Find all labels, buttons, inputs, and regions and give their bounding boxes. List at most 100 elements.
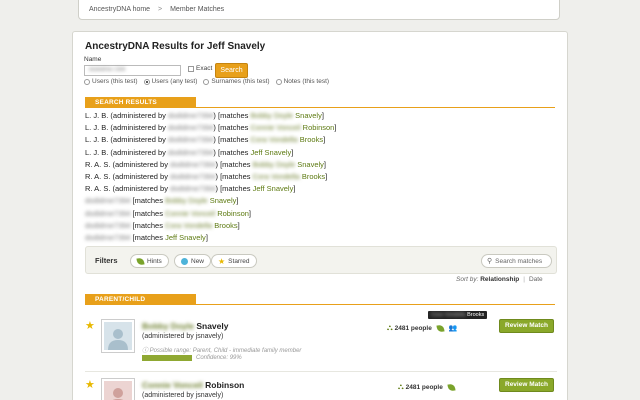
radio-icon[interactable] [203, 78, 210, 85]
filter-starred-button[interactable]: ★ Starred [211, 254, 257, 268]
search-matches-placeholder: Search matches [495, 257, 543, 265]
review-match-button[interactable]: Review Match [499, 319, 554, 333]
breadcrumb-separator: > [158, 6, 163, 13]
search-result-row[interactable]: dodidme7394 [matches Connie Vonceil Robi… [85, 209, 336, 221]
result-suffix: ] [334, 123, 337, 133]
search-result-row[interactable]: L. J. B. (administered by dodidme7394) [… [85, 148, 336, 160]
scope-users-any-test[interactable]: Users (any test) [143, 78, 197, 85]
result-admin: dodidme7394 [85, 208, 131, 218]
search-result-row[interactable]: L. J. B. (administered by dodidme7394) [… [85, 111, 336, 123]
result-match-last[interactable]: Jeff Snavely [253, 184, 294, 193]
filter-hints-label: Hints [147, 257, 162, 265]
result-match-first[interactable]: Bobby Doyle [165, 196, 208, 205]
scope-label: Notes (this test) [283, 78, 330, 85]
result-match-last[interactable]: Brooks [300, 135, 323, 144]
avatar[interactable] [101, 319, 135, 353]
result-match-last[interactable]: Snavely [297, 160, 324, 169]
filters-label: Filters [95, 256, 118, 265]
radio-icon[interactable] [84, 78, 90, 85]
result-match-first[interactable]: Cora Vondella [251, 135, 298, 144]
result-match-first[interactable]: Connie Vonceil [165, 209, 215, 218]
radio-icon[interactable] [143, 78, 150, 85]
result-match-last[interactable]: Robinson [303, 123, 335, 132]
shared-ancestors-icon[interactable]: 👥 [449, 324, 458, 332]
match-first-name[interactable]: Connie Vonceil [142, 380, 203, 390]
result-suffix: ] [237, 220, 240, 230]
result-match-last[interactable]: Brooks [214, 221, 237, 230]
search-result-row[interactable]: dodidme7394 [matches Cora Vondella Brook… [85, 221, 336, 233]
search-scope-group: Users (this test) Users (any test) Surna… [84, 78, 329, 85]
result-match-last[interactable]: Robinson [217, 209, 249, 218]
scope-notes-this-test[interactable]: Notes (this test) [275, 78, 330, 85]
filter-hints-button[interactable]: Hints [130, 254, 169, 268]
exact-checkbox[interactable]: Exact [188, 65, 212, 72]
search-result-row[interactable]: L. J. B. (administered by dodidme7394) [… [85, 135, 336, 147]
search-result-row[interactable]: dodidme7394 [matches Bobby Doyle Snavely… [85, 196, 336, 208]
result-match-last[interactable]: Brooks [302, 172, 325, 181]
result-suffix: ] [236, 196, 239, 206]
result-match-first[interactable]: Bobby Doyle [253, 160, 296, 169]
tooltip-last-name: Brooks [467, 312, 485, 318]
search-result-row[interactable]: R. A. S. (administered by dodidme7394) [… [85, 160, 336, 172]
result-suffix: ] [205, 232, 208, 242]
match-last-name[interactable]: Snavely [196, 321, 228, 331]
result-admin: dodidme7394 [167, 123, 214, 133]
result-admin: dodidme7394 [170, 184, 216, 194]
result-admin: dodidme7394 [85, 196, 131, 206]
name-search-input[interactable]: dodidme7394 [84, 65, 181, 76]
result-match-last[interactable]: Snavely [295, 111, 322, 120]
scope-surnames-this-test[interactable]: Surnames (this test) [203, 78, 270, 85]
star-icon[interactable]: ★ [85, 380, 95, 391]
tooltip-first-name: Cora Vondella [431, 312, 466, 318]
result-match-last[interactable]: Snavely [210, 196, 237, 205]
result-admin: dodidme7394 [167, 135, 214, 145]
result-mid: [matches [130, 232, 166, 242]
search-result-row[interactable]: dodidme7394 [matches Jeff Snavely] [85, 233, 336, 245]
name-label: Name [84, 56, 102, 63]
result-match-last[interactable]: Jeff Snavely [251, 148, 292, 157]
breadcrumb: AncestryDNA home > Member Matches [78, 0, 560, 20]
match-name[interactable]: Connie Vonceil Robinson [142, 380, 244, 390]
possible-range: ⓘ Possible range: Parent, Child - immedi… [142, 345, 301, 354]
leaf-hint-icon[interactable] [447, 382, 456, 392]
breadcrumb-home-link[interactable]: AncestryDNA home [89, 6, 150, 13]
result-match-first[interactable]: Cora Vondella [253, 172, 300, 181]
exact-checkbox-box[interactable] [188, 65, 194, 72]
result-match-last[interactable]: Jeff Snavely [165, 233, 206, 242]
star-icon[interactable]: ★ [85, 321, 95, 332]
search-result-row[interactable]: R. A. S. (administered by dodidme7394) [… [85, 172, 336, 184]
result-mid: ) [matches [213, 135, 251, 145]
scope-users-this-test[interactable]: Users (this test) [84, 78, 138, 85]
tooltip: Cora Vondella Brooks [428, 311, 488, 319]
result-suffix: ] [325, 171, 328, 181]
shared-matches-link[interactable]: ⛬ 2481 people 👥 [387, 323, 458, 333]
search-matches-input[interactable]: ⚲ Search matches [481, 254, 552, 268]
result-match-first[interactable]: Cora Vondella [165, 221, 212, 230]
radio-icon[interactable] [275, 78, 282, 85]
search-icon: ⚲ [487, 258, 493, 265]
avatar[interactable] [101, 378, 135, 400]
sort-date[interactable]: Date [529, 276, 543, 283]
filter-new-button[interactable]: New [174, 254, 212, 268]
search-results-list: L. J. B. (administered by dodidme7394) [… [85, 111, 336, 245]
shared-matches-link[interactable]: ⛬ 2481 people [398, 382, 456, 392]
leaf-hint-icon[interactable] [436, 323, 445, 333]
exact-label: Exact [196, 65, 213, 72]
result-suffix: ] [323, 159, 327, 169]
match-admin: (administered by jsnavely) [142, 392, 224, 399]
search-result-row[interactable]: L. J. B. (administered by dodidme7394) [… [85, 123, 336, 135]
match-name[interactable]: Bobby Doyle Snavely [142, 321, 228, 331]
result-suffix: ] [293, 184, 296, 194]
result-match-first[interactable]: Bobby Doyle [251, 111, 294, 120]
search-button[interactable]: Search [215, 63, 248, 78]
page-title: AncestryDNA Results for Jeff Snavely [85, 41, 266, 52]
match-first-name[interactable]: Bobby Doyle [142, 321, 194, 331]
review-match-button[interactable]: Review Match [499, 378, 554, 392]
search-result-row[interactable]: R. A. S. (administered by dodidme7394) [… [85, 184, 336, 196]
match-last-name[interactable]: Robinson [205, 380, 244, 390]
sort-relationship[interactable]: Relationship [480, 276, 519, 283]
result-match-first[interactable]: Connie Vonceil [251, 123, 301, 132]
avatar-image [104, 322, 132, 350]
result-mid: ) [matches [215, 184, 253, 194]
result-prefix: L. J. B. (administered by [85, 123, 168, 133]
